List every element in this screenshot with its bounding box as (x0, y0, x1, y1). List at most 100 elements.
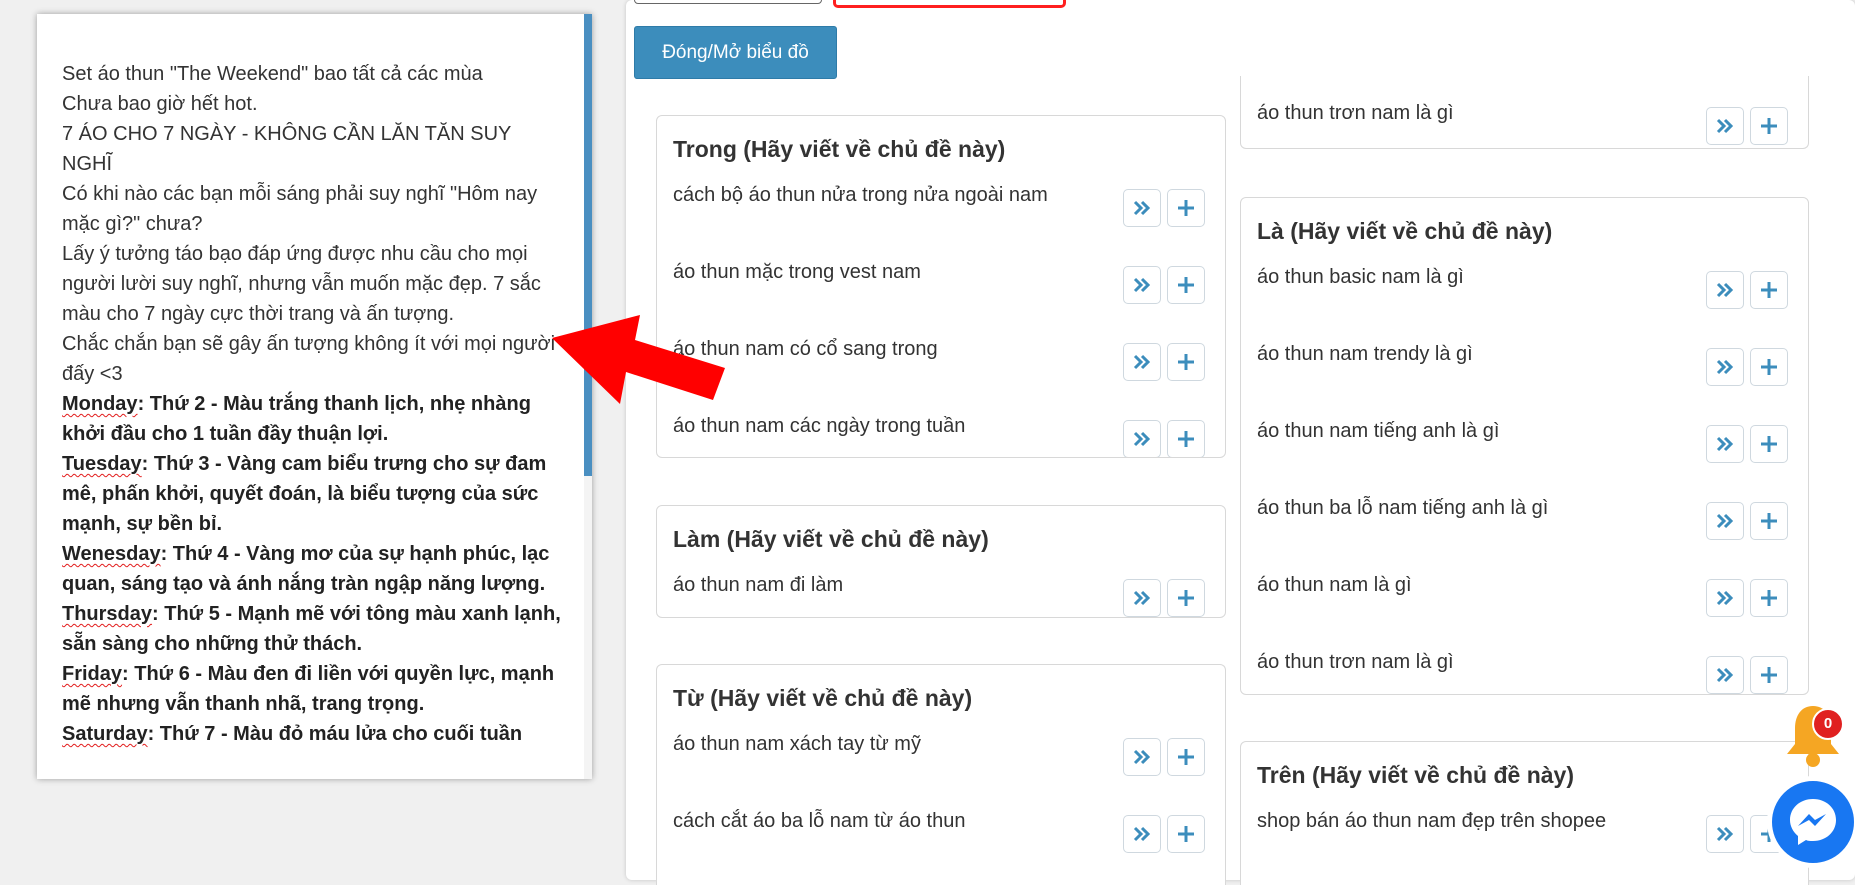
group-title: Làm (Hãy viết về chủ đề này) (673, 526, 989, 552)
forward-button[interactable] (1123, 266, 1161, 304)
add-button[interactable] (1750, 271, 1788, 309)
editor-paragraph: Có khi nào các bạn mỗi sáng phải suy ngh… (62, 183, 538, 235)
double-chevron-right-icon (1716, 436, 1734, 452)
double-chevron-right-icon (1133, 200, 1151, 216)
messenger-icon (1790, 799, 1836, 845)
plus-icon (1761, 667, 1777, 683)
double-chevron-right-icon (1133, 354, 1151, 370)
keyword-text: áo thun trơn nam là gì (1257, 102, 1454, 124)
keyword-text: áo thun nam tiếng anh là gì (1257, 420, 1500, 442)
double-chevron-right-icon (1133, 590, 1151, 606)
double-chevron-right-icon (1716, 826, 1734, 842)
keyword-text: áo thun ba lỗ nam tiếng anh là gì (1257, 497, 1549, 519)
keyword-group-partial: áo thun trơn nam là gì (1240, 76, 1809, 149)
keyword-row: áo thun nam các ngày trong tuần (657, 415, 1225, 457)
keyword-group-lam: Làm (Hãy viết về chủ đề này) áo thun nam… (656, 505, 1226, 618)
add-button[interactable] (1750, 107, 1788, 145)
add-button[interactable] (1167, 189, 1205, 227)
plus-icon (1178, 431, 1194, 447)
add-button[interactable] (1750, 656, 1788, 694)
add-button[interactable] (1167, 343, 1205, 381)
editor-day-line: Tuesday: Thứ 3 - Vàng cam biểu trưng cho… (62, 449, 562, 539)
add-button[interactable] (1750, 502, 1788, 540)
forward-button[interactable] (1123, 189, 1161, 227)
keyword-row: áo thun nam trendy là gì (1241, 343, 1808, 386)
editor-day-line: Thursday: Thứ 5 - Mạnh mẽ với tông màu x… (62, 599, 562, 659)
double-chevron-right-icon (1133, 277, 1151, 293)
plus-icon (1178, 826, 1194, 842)
plus-icon (1178, 590, 1194, 606)
keyword-row: áo thun ba lỗ nam tiếng anh là gì (1241, 497, 1808, 540)
group-title: Trong (Hãy viết về chủ đề này) (673, 136, 1006, 162)
group-title: Từ (Hãy viết về chủ đề này) (673, 685, 973, 711)
plus-icon (1178, 354, 1194, 370)
forward-button[interactable] (1123, 815, 1161, 853)
plus-icon (1761, 590, 1777, 606)
editor-paragraph: Chắc chắn bạn sẽ gây ấn tượng không ít v… (62, 333, 556, 385)
keyword-text: áo thun mặc trong vest nam (673, 261, 921, 283)
editor-paragraph: Lấy ý tưởng táo bạo đáp ứng được nhu cầu… (62, 243, 541, 325)
top-highlight-button[interactable] (833, 0, 1066, 8)
double-chevron-right-icon (1133, 431, 1151, 447)
plus-icon (1761, 513, 1777, 529)
forward-button[interactable] (1123, 738, 1161, 776)
day-name: Monday (62, 393, 138, 415)
editor-day-line: Saturday: Thứ 7 - Màu đỏ máu lửa cho cuố… (62, 719, 562, 749)
editor-paragraph: 7 ÁO CHO 7 NGÀY - KHÔNG CẦN LĂN TĂN SUY … (62, 123, 512, 175)
plus-icon (1178, 749, 1194, 765)
keyword-text: cách bộ áo thun nửa trong nửa ngoài nam (673, 184, 1048, 206)
add-button[interactable] (1167, 266, 1205, 304)
plus-icon (1761, 118, 1777, 134)
add-button[interactable] (1167, 420, 1205, 457)
keyword-row: áo thun nam tiếng anh là gì (1241, 420, 1808, 463)
keyword-group-tu: Từ (Hãy viết về chủ đề này) áo thun nam … (656, 664, 1226, 885)
forward-button[interactable] (1706, 271, 1744, 309)
editor-day-line: Wenesday: Thứ 4 - Vàng mơ của sự hạnh ph… (62, 539, 562, 599)
group-title: Trên (Hãy viết về chủ đề này) (1257, 762, 1575, 788)
double-chevron-right-icon (1716, 667, 1734, 683)
editor-paragraph: Set áo thun "The Weekend" bao tất cả các… (62, 63, 483, 85)
forward-button[interactable] (1706, 502, 1744, 540)
forward-button[interactable] (1123, 420, 1161, 457)
keyword-text: áo thun nam là gì (1257, 574, 1412, 596)
messenger-button[interactable] (1767, 776, 1855, 868)
add-button[interactable] (1167, 815, 1205, 853)
add-button[interactable] (1750, 348, 1788, 386)
keyword-text: áo thun nam đi làm (673, 574, 844, 596)
add-button[interactable] (1750, 579, 1788, 617)
keyword-text: áo thun basic nam là gì (1257, 266, 1464, 288)
keyword-row: áo thun mặc trong vest nam (657, 261, 1225, 304)
top-input-field[interactable] (634, 0, 822, 4)
toggle-chart-button[interactable]: Đóng/Mở biểu đồ (634, 26, 837, 79)
editor-content[interactable]: Set áo thun "The Weekend" bao tất cả các… (62, 59, 562, 749)
keyword-group-tren: Trên (Hãy viết về chủ đề này) shop bán á… (1240, 741, 1809, 885)
keyword-text: áo thun nam xách tay từ mỹ (673, 733, 921, 755)
forward-button[interactable] (1706, 656, 1744, 694)
day-name: Tuesday (62, 453, 142, 475)
forward-button[interactable] (1123, 343, 1161, 381)
add-button[interactable] (1750, 425, 1788, 463)
forward-button[interactable] (1706, 579, 1744, 617)
day-name: Wenesday (62, 543, 161, 565)
double-chevron-right-icon (1133, 749, 1151, 765)
keyword-row: cách bộ áo thun nửa trong nửa ngoài nam (657, 184, 1225, 227)
plus-icon (1761, 359, 1777, 375)
article-editor[interactable]: Set áo thun "The Weekend" bao tất cả các… (37, 14, 592, 779)
day-description: : Thứ 6 - Màu đen đi liền với quyền lực,… (62, 663, 555, 715)
add-button[interactable] (1167, 738, 1205, 776)
forward-button[interactable] (1706, 107, 1744, 145)
add-button[interactable] (1167, 579, 1205, 617)
keyword-row: áo thun nam xách tay từ mỹ (657, 733, 1225, 776)
keyword-row: áo thun trơn nam là gì (1241, 651, 1808, 694)
forward-button[interactable] (1706, 425, 1744, 463)
forward-button[interactable] (1706, 815, 1744, 853)
keyword-row: shop bán áo thun nam đẹp trên shopee (1241, 810, 1808, 853)
keyword-text: áo thun trơn nam là gì (1257, 651, 1454, 673)
forward-button[interactable] (1123, 579, 1161, 617)
double-chevron-right-icon (1716, 118, 1734, 134)
day-name: Friday (62, 663, 123, 685)
plus-icon (1761, 436, 1777, 452)
double-chevron-right-icon (1716, 359, 1734, 375)
plus-icon (1761, 282, 1777, 298)
forward-button[interactable] (1706, 348, 1744, 386)
